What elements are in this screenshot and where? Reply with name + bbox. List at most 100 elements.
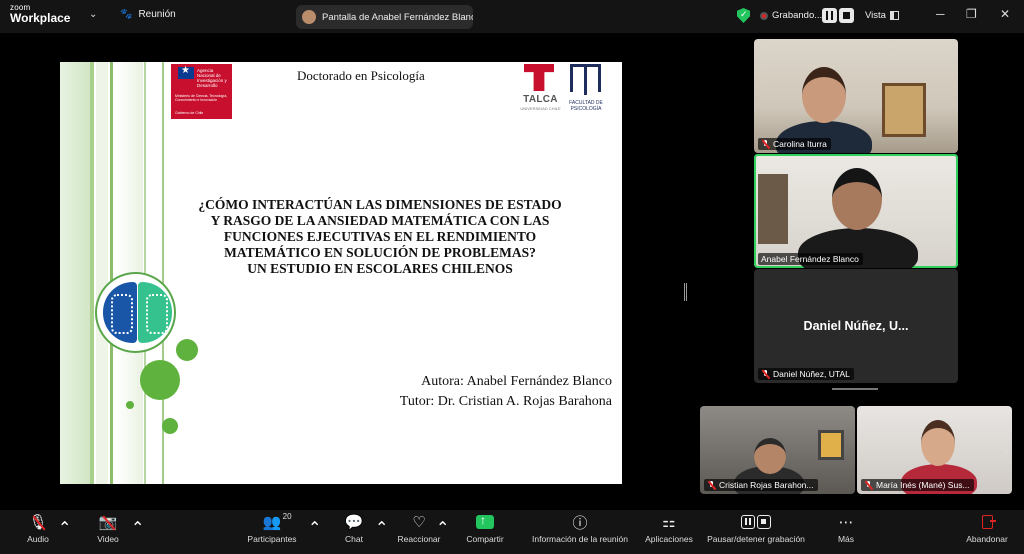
leave-label: Abandonar [966, 534, 1008, 544]
slide-title: ¿CÓMO INTERACTÚAN LAS DIMENSIONES DE EST… [186, 197, 574, 277]
video-tile-maria-ines[interactable]: María Inés (Mané) Sus... [857, 406, 1012, 494]
video-tile-carolina[interactable]: Carolina Iturra [754, 39, 958, 153]
participant-name: Cristian Rojas Barahon... [719, 480, 814, 490]
camera-icon: 📷 [99, 510, 118, 534]
title-line: ¿CÓMO INTERACTÚAN LAS DIMENSIONES DE EST… [198, 197, 562, 212]
grid-icon [889, 11, 899, 20]
presentation-slide: Agencia Nacional de Investigación y Desa… [60, 62, 622, 484]
title-line: FUNCIONES EJECUTIVAS EN EL RENDIMIENTO [223, 229, 537, 244]
mic-muted-icon [864, 480, 873, 490]
info-icon: ⓘ [572, 514, 588, 532]
title-line: UN ESTUDIO EN ESCOLARES CHILENOS [247, 261, 513, 276]
decor-circle [126, 401, 134, 409]
chevron-up-icon[interactable]: ⌃ [131, 518, 144, 554]
participant-display-name: Daniel Núñez, U... [803, 319, 909, 333]
participant-head [832, 168, 882, 230]
title-line: Y RASGO DE LA ANSIEDAD MATEMÁTICA CON LA… [210, 213, 550, 228]
anid-logo: Agencia Nacional de Investigación y Desa… [171, 64, 232, 119]
chevron-right-icon[interactable]: › [1004, 442, 1009, 458]
video-label: Video [97, 534, 119, 544]
panel-drag-bar[interactable] [832, 388, 878, 390]
panel-resize-handle[interactable] [684, 283, 687, 301]
anid-logo-text: Agencia Nacional de Investigación y Desa… [197, 68, 227, 88]
chevron-up-icon[interactable]: ⌃ [58, 518, 71, 554]
share-screen-icon [476, 510, 494, 534]
share-title: Pantalla de Anabel Fernández Blanco [322, 11, 473, 23]
stop-recording-button[interactable] [839, 8, 854, 23]
apps-button[interactable]: ⚏ Aplicaciones [642, 510, 696, 554]
chevron-up-icon[interactable]: ⌃ [375, 518, 388, 554]
meeting-info-label: Información de la reunión [532, 534, 628, 544]
shield-icon[interactable]: ✓ [737, 8, 750, 23]
chevron-up-icon[interactable]: ⌃ [436, 518, 449, 554]
participant-name-tag: María Inés (Mané) Sus... [861, 479, 974, 491]
people-icon: 👥 20 [262, 512, 292, 531]
meeting-info-button[interactable]: ⓘ Información de la reunión [528, 510, 632, 554]
anid-logo-subtext: Ministerio de Ciencia, Tecnología, Conoc… [175, 94, 228, 102]
view-label: Vista [865, 10, 886, 21]
video-tile-cristian[interactable]: Cristian Rojas Barahon... [700, 406, 855, 494]
recording-controls-icon [741, 510, 771, 534]
psi-icon [570, 64, 601, 95]
recording-label: Grabando... [772, 10, 823, 21]
chat-button[interactable]: 💬 Chat [336, 510, 372, 554]
chevron-down-icon[interactable]: ⌄ [89, 9, 97, 20]
bookshelf [758, 174, 788, 244]
view-button[interactable]: Vista [865, 10, 899, 21]
participant-head [754, 438, 786, 474]
participant-name: Carolina Iturra [773, 139, 827, 149]
maximize-icon[interactable]: ❐ [966, 7, 977, 21]
apps-label: Aplicaciones [645, 534, 693, 544]
zoom-logo[interactable]: zoom Workplace [10, 4, 71, 25]
chevron-up-icon[interactable]: ⌃ [308, 518, 321, 554]
meeting-menu[interactable]: 🐾 Reunión [120, 9, 176, 20]
close-icon[interactable]: ✕ [1000, 7, 1010, 21]
avatar [302, 10, 316, 24]
reactions-label: Reaccionar [397, 534, 441, 544]
video-button[interactable]: 📷 Video [88, 510, 128, 554]
more-icon: ⋯ [838, 514, 854, 531]
brain-right-hemisphere [138, 282, 172, 343]
brain-circuit-icon [95, 272, 176, 353]
chat-label: Chat [345, 534, 363, 544]
mic-muted-icon [761, 139, 770, 149]
participants-label: Participantes [247, 534, 297, 544]
screen-share-indicator[interactable]: Pantalla de Anabel Fernández Blanco ••• [296, 5, 473, 29]
pause-recording-button[interactable] [822, 8, 837, 23]
slide-tutor: Tutor: Dr. Cristian A. Rojas Barahona [399, 394, 612, 409]
leave-icon [981, 510, 996, 534]
microphone-icon: 🎙 [28, 510, 47, 534]
utalca-logo-name: TALCA [523, 94, 558, 105]
video-tile-daniel[interactable]: Daniel Núñez, U... Daniel Núñez, UTAL [754, 269, 958, 383]
shared-screen[interactable]: Agencia Nacional de Investigación y Desa… [3, 62, 680, 484]
brain-left-hemisphere [103, 282, 137, 343]
participant-name: María Inés (Mané) Sus... [876, 480, 970, 490]
title-line: MATEMÁTICO EN SOLUCIÓN DE PROBLEMAS? [224, 245, 536, 260]
pause-record-label: Pausar/detener grabación [707, 534, 805, 544]
utalca-logo-sub: UNIVERSIDAD CHILE [520, 106, 561, 111]
chile-flag-icon [178, 65, 194, 79]
minimize-icon[interactable]: ─ [936, 7, 945, 21]
apps-icon: ⚏ [662, 514, 676, 531]
participant-name-tag: Anabel Fernández Blanco [758, 253, 863, 265]
slide-header: Doctorado en Psicología [297, 68, 425, 83]
top-bar: zoom Workplace ⌄ 🐾 Reunión Pantalla de A… [0, 0, 1024, 33]
psychology-faculty-logo: FACULTAD DE PSICOLOGÍA [566, 64, 606, 120]
leave-button[interactable]: Abandonar [962, 510, 1012, 554]
decor-circle [140, 360, 180, 400]
anid-logo-footer: Gobierno de Chile [175, 111, 204, 115]
participants-button[interactable]: 👥 20 Participantes [240, 510, 304, 554]
participant-name-tag: Carolina Iturra [758, 138, 831, 150]
audio-button[interactable]: 🎙 Audio [18, 510, 58, 554]
utalca-logo: TALCA UNIVERSIDAD CHILE [517, 64, 564, 120]
meeting-toolbar: 🎙 Audio ⌃ 📷 Video ⌃ 👥20 Participantes ⌃ … [0, 510, 1024, 554]
share-screen-button[interactable]: Compartir [462, 510, 508, 554]
pause-stop-recording-button[interactable]: Pausar/detener grabación [704, 510, 808, 554]
heart-icon: ♡ [412, 514, 426, 531]
psychology-faculty-name: FACULTAD DE PSICOLOGÍA [569, 100, 603, 112]
more-button[interactable]: ⋯ Más [830, 510, 862, 554]
paw-icon: 🐾 [120, 9, 133, 20]
logo-bottom: Workplace [10, 11, 71, 25]
decor-stripe [110, 62, 113, 484]
video-tile-anabel[interactable]: Anabel Fernández Blanco [754, 154, 958, 268]
